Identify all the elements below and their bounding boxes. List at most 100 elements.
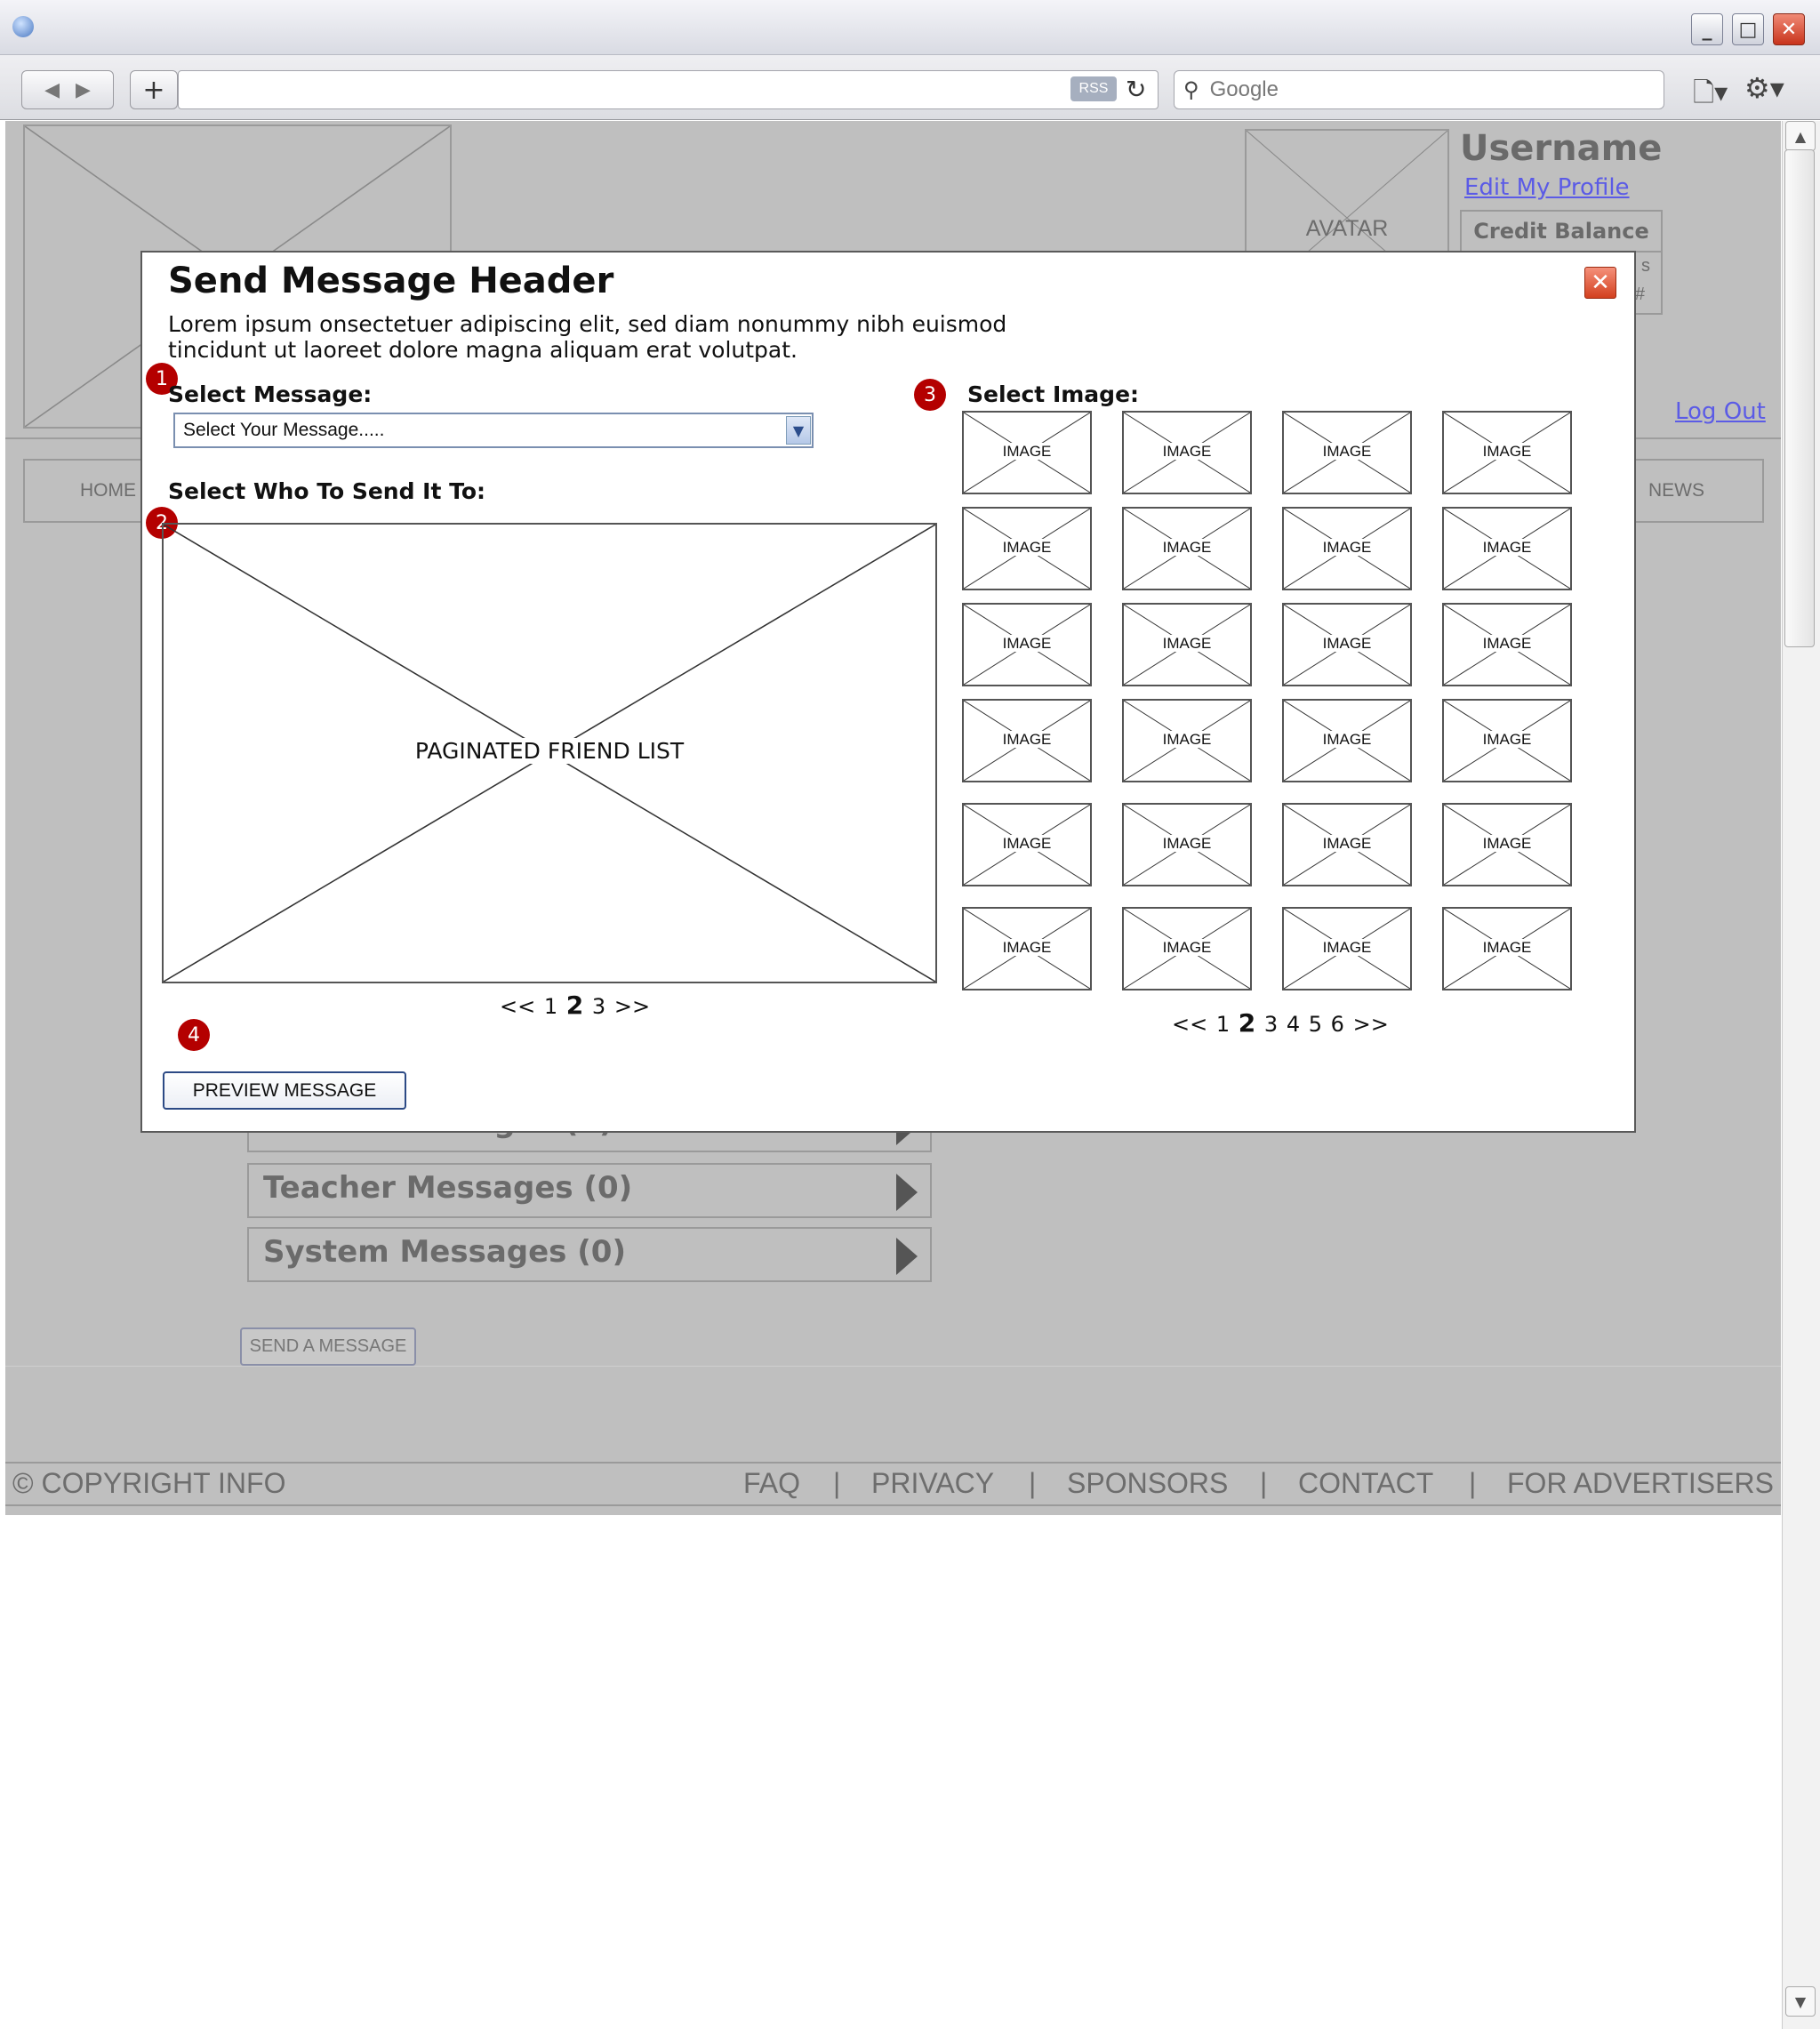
image-option-21[interactable]: IMAGE (962, 907, 1092, 990)
expand-arrow-icon (896, 1238, 918, 1275)
edit-profile-link[interactable]: Edit My Profile (1464, 174, 1630, 201)
image-option-8[interactable]: IMAGE (1442, 507, 1572, 590)
friend-list-placeholder[interactable]: PAGINATED FRIEND LIST (162, 523, 937, 983)
message-row-label: System Messages (0) (263, 1234, 626, 1270)
image-label: IMAGE (1124, 539, 1250, 557)
image-label: IMAGE (1444, 443, 1570, 461)
image-label: IMAGE (1124, 635, 1250, 653)
message-row-system[interactable]: System Messages (0) (247, 1227, 932, 1282)
message-row-label: Teacher Messages (0) (263, 1170, 633, 1206)
pager-prev[interactable]: << (1172, 1012, 1207, 1037)
pager-page[interactable]: 4 (1287, 1012, 1300, 1037)
pager-page[interactable]: 5 (1309, 1012, 1322, 1037)
image-option-9[interactable]: IMAGE (962, 603, 1092, 686)
message-row-teacher[interactable]: Teacher Messages (0) (247, 1163, 932, 1218)
credit-partial-text: s (1641, 256, 1650, 276)
close-icon[interactable]: ✕ (1584, 267, 1616, 299)
image-pager: << 1 2 3 4 5 6 >> (1172, 1008, 1389, 1038)
pager-page[interactable]: 1 (544, 994, 557, 1019)
footer-link-advertisers[interactable]: FOR ADVERTISERS (1507, 1467, 1774, 1500)
image-label: IMAGE (1444, 939, 1570, 957)
image-option-13[interactable]: IMAGE (962, 699, 1092, 782)
footer-link-faq[interactable]: FAQ (743, 1467, 800, 1500)
image-option-15[interactable]: IMAGE (1282, 699, 1412, 782)
search-input[interactable]: ⚲ Google (1174, 70, 1664, 109)
gear-icon[interactable]: ⚙▾ (1744, 71, 1784, 105)
footer-link-sponsors[interactable]: SPONSORS (1067, 1467, 1228, 1500)
fold-line (5, 1366, 1781, 1367)
address-bar[interactable] (178, 70, 1159, 109)
pager-next[interactable]: >> (1353, 1012, 1389, 1037)
footer-link-privacy[interactable]: PRIVACY (871, 1467, 994, 1500)
modal-title: Send Message Header (168, 261, 614, 301)
select-value: Select Your Message..... (183, 420, 385, 440)
image-option-20[interactable]: IMAGE (1442, 803, 1572, 886)
pager-page[interactable]: 3 (1264, 1012, 1278, 1037)
image-label: IMAGE (1444, 731, 1570, 749)
image-option-19[interactable]: IMAGE (1282, 803, 1412, 886)
image-label: IMAGE (1444, 539, 1570, 557)
image-option-10[interactable]: IMAGE (1122, 603, 1252, 686)
image-option-6[interactable]: IMAGE (1122, 507, 1252, 590)
image-label: IMAGE (964, 835, 1090, 853)
image-option-16[interactable]: IMAGE (1442, 699, 1572, 782)
pager-page[interactable]: 1 (1216, 1012, 1230, 1037)
image-label: IMAGE (1284, 731, 1410, 749)
pager-current-page: 2 (565, 990, 584, 1020)
image-option-11[interactable]: IMAGE (1282, 603, 1412, 686)
image-option-14[interactable]: IMAGE (1122, 699, 1252, 782)
send-message-button[interactable]: SEND A MESSAGE (240, 1327, 416, 1366)
page-menu-icon[interactable]: 🗋▾ (1693, 73, 1728, 118)
image-option-5[interactable]: IMAGE (962, 507, 1092, 590)
pager-current-page: 2 (1238, 1008, 1256, 1038)
footer-separator: | (1260, 1467, 1268, 1499)
window-close-button[interactable]: ✕ (1773, 13, 1805, 45)
image-option-4[interactable]: IMAGE (1442, 411, 1572, 494)
image-option-1[interactable]: IMAGE (962, 411, 1092, 494)
logout-link[interactable]: Log Out (1675, 398, 1766, 425)
image-label: IMAGE (1124, 939, 1250, 957)
image-label: IMAGE (1284, 635, 1410, 653)
browser-logo-icon (12, 16, 34, 37)
image-option-24[interactable]: IMAGE (1442, 907, 1572, 990)
chevron-down-icon[interactable]: ▼ (786, 416, 811, 445)
footer-separator: | (1029, 1467, 1037, 1499)
image-option-2[interactable]: IMAGE (1122, 411, 1252, 494)
pager-next[interactable]: >> (614, 994, 650, 1019)
image-option-22[interactable]: IMAGE (1122, 907, 1252, 990)
rss-badge[interactable]: RSS (1070, 76, 1117, 101)
scroll-down-icon[interactable]: ▼ (1785, 1986, 1816, 2017)
forward-icon[interactable]: ▶ (76, 79, 91, 101)
image-option-18[interactable]: IMAGE (1122, 803, 1252, 886)
scrollbar-thumb[interactable] (1784, 149, 1815, 647)
nav-news[interactable]: NEWS (1648, 480, 1704, 501)
maximize-button[interactable]: □ (1732, 13, 1764, 45)
annotation-badge-3: 3 (914, 379, 946, 411)
image-option-17[interactable]: IMAGE (962, 803, 1092, 886)
minimize-button[interactable]: _ (1691, 13, 1723, 45)
pager-page[interactable]: 3 (592, 994, 605, 1019)
annotation-badge-4: 4 (178, 1019, 210, 1051)
image-option-3[interactable]: IMAGE (1282, 411, 1412, 494)
message-select[interactable]: Select Your Message..... (173, 413, 814, 448)
credit-balance-label: Credit Balance (1462, 212, 1661, 253)
scroll-up-icon[interactable]: ▲ (1785, 121, 1816, 151)
image-option-7[interactable]: IMAGE (1282, 507, 1412, 590)
pager-page[interactable]: 6 (1331, 1012, 1344, 1037)
pager-prev[interactable]: << (500, 994, 535, 1019)
nav-home[interactable]: HOME (80, 480, 136, 501)
window-titlebar: _ □ ✕ (0, 0, 1820, 55)
friend-list-pager: << 1 2 3 >> (500, 990, 650, 1020)
avatar-label: AVATAR (1305, 216, 1389, 241)
image-option-23[interactable]: IMAGE (1282, 907, 1412, 990)
image-label: IMAGE (964, 539, 1090, 557)
footer-separator: | (833, 1467, 841, 1499)
preview-message-button[interactable]: PREVIEW MESSAGE (163, 1071, 406, 1110)
reload-icon[interactable]: ↻ (1126, 75, 1146, 104)
footer-link-contact[interactable]: CONTACT (1298, 1467, 1433, 1500)
image-label: IMAGE (1284, 539, 1410, 557)
image-label: IMAGE (1124, 835, 1250, 853)
new-tab-button[interactable]: + (130, 70, 178, 109)
back-icon[interactable]: ◀ (44, 79, 60, 101)
image-option-12[interactable]: IMAGE (1442, 603, 1572, 686)
